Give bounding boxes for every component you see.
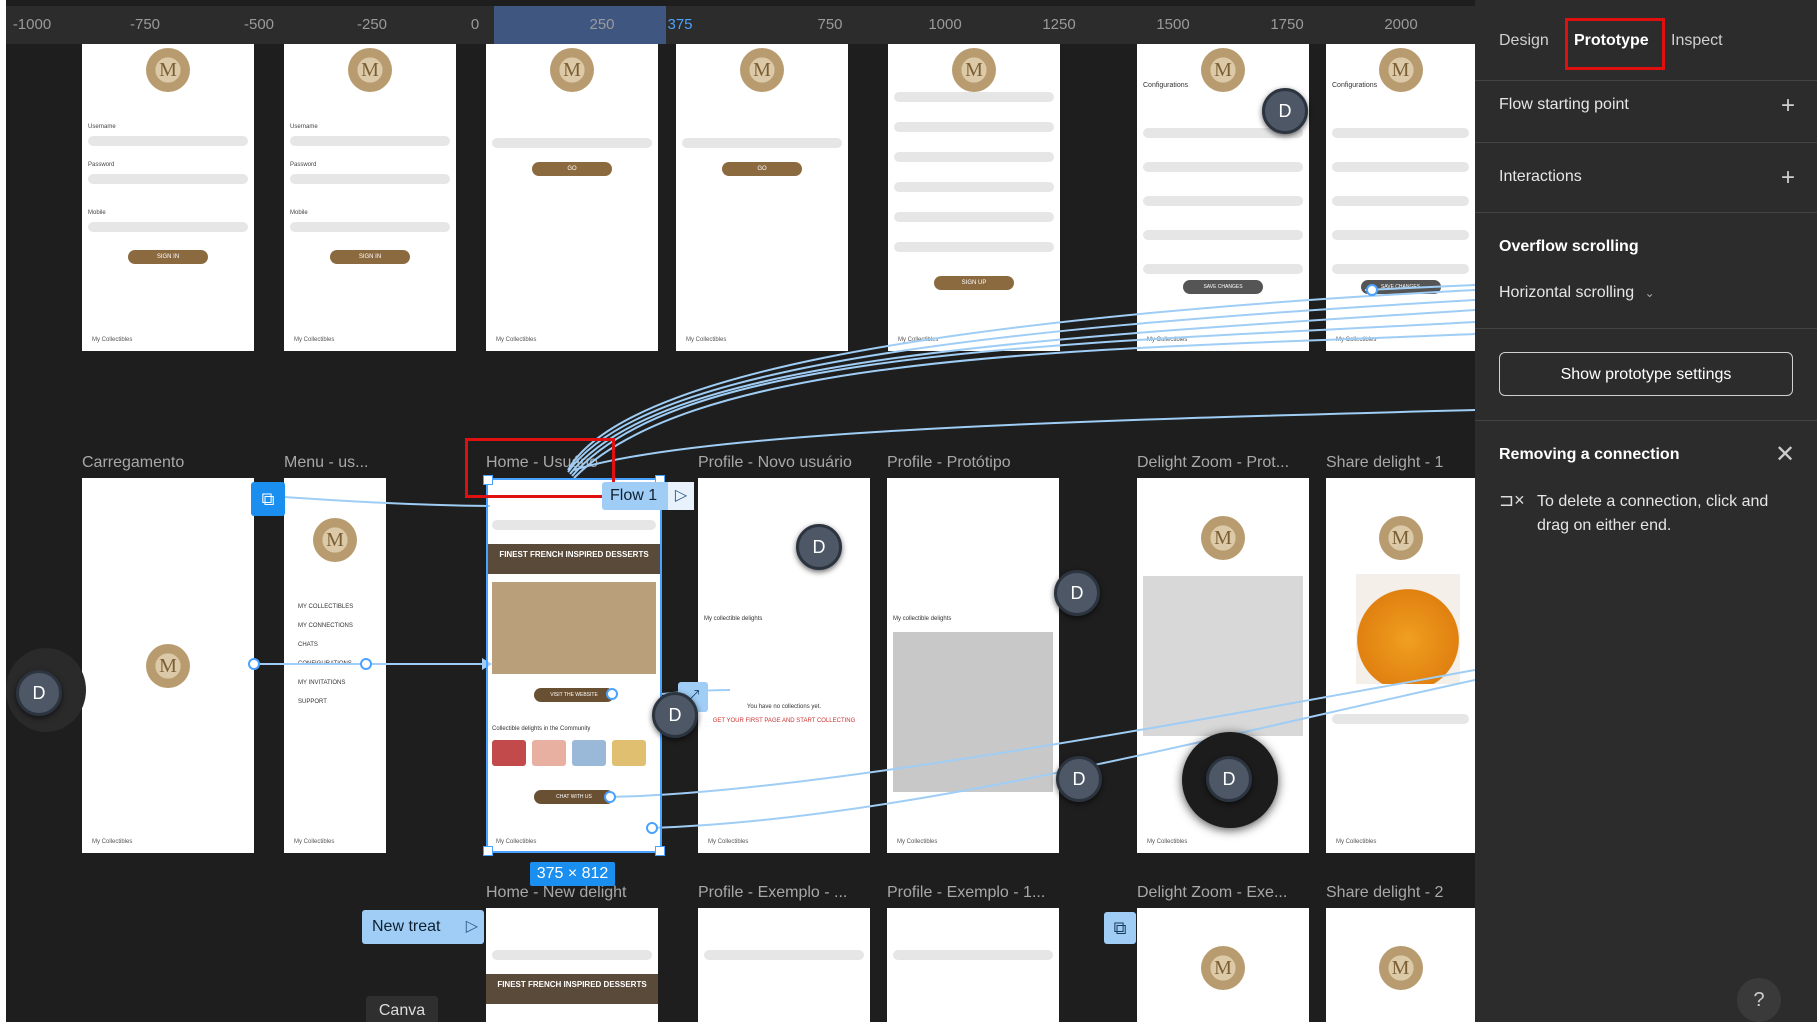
removing-connection-text: To delete a connection, click and drag o… [1537, 493, 1769, 534]
collaborator-avatar[interactable]: D [652, 692, 698, 738]
flow-1-label: Flow 1 [610, 487, 658, 504]
overflow-scrolling-title: Overflow scrolling [1499, 238, 1639, 255]
chevron-down-icon: ⌄ [1644, 286, 1655, 300]
prototype-connections[interactable] [0, 0, 1475, 1022]
selected-frame-outline[interactable] [483, 475, 665, 856]
new-treat-chip[interactable]: New treat ▷ [362, 910, 484, 944]
disconnect-icon: ⊐× [1499, 490, 1525, 510]
resize-handle[interactable] [655, 846, 665, 856]
divider [1475, 420, 1817, 421]
collaborator-avatar[interactable]: D [1056, 756, 1102, 802]
flow-1-chip[interactable]: Flow 1 ▷ [602, 482, 694, 510]
divider [1475, 80, 1817, 81]
prototype-panel: Design Prototype Inspect Flow starting p… [1475, 0, 1817, 1022]
divider [1475, 328, 1817, 329]
close-icon[interactable]: ✕ [1775, 440, 1795, 469]
divider [1475, 212, 1817, 213]
show-prototype-settings-button[interactable]: Show prototype settings [1499, 352, 1793, 396]
tab-design[interactable]: Design [1499, 32, 1549, 50]
canva-tab[interactable]: Canva [366, 996, 438, 1022]
highlight-frame-label [465, 438, 615, 498]
flow-starting-point-label: Flow starting point [1499, 96, 1629, 113]
device-frame-icon[interactable]: ⧉ [1104, 912, 1136, 944]
divider [1475, 142, 1817, 143]
collaborator-avatar[interactable]: D [796, 524, 842, 570]
overflow-scrolling-select[interactable]: Horizontal scrolling ⌄ [1499, 284, 1655, 302]
collaborator-avatar[interactable]: D [16, 670, 62, 716]
interactions-label: Interactions [1499, 168, 1582, 185]
add-flow-icon[interactable]: + [1781, 92, 1795, 120]
removing-connection-title: Removing a connection [1499, 446, 1680, 463]
collaborator-avatar[interactable]: D [1054, 570, 1100, 616]
collaborator-avatar[interactable]: D [1262, 88, 1308, 134]
resize-handle[interactable] [483, 846, 493, 856]
collaborator-avatar[interactable]: D [1206, 756, 1252, 802]
canvas[interactable]: -1000 -750 -500 -250 0 250 375 750 1000 1250 1500 1… [0, 0, 1475, 1022]
tab-inspect[interactable]: Inspect [1671, 32, 1723, 50]
play-icon[interactable]: ▷ [466, 910, 478, 944]
add-interaction-icon[interactable]: + [1781, 164, 1795, 192]
play-icon[interactable]: ▷ [668, 482, 694, 510]
overflow-scrolling-value: Horizontal scrolling [1499, 284, 1635, 301]
device-frame-icon[interactable]: ⧉ [251, 482, 285, 516]
highlight-prototype-tab [1565, 18, 1665, 70]
frame-size-badge: 375 × 812 [530, 862, 615, 886]
help-button[interactable]: ? [1737, 978, 1781, 1022]
new-treat-label: New treat [372, 918, 441, 935]
